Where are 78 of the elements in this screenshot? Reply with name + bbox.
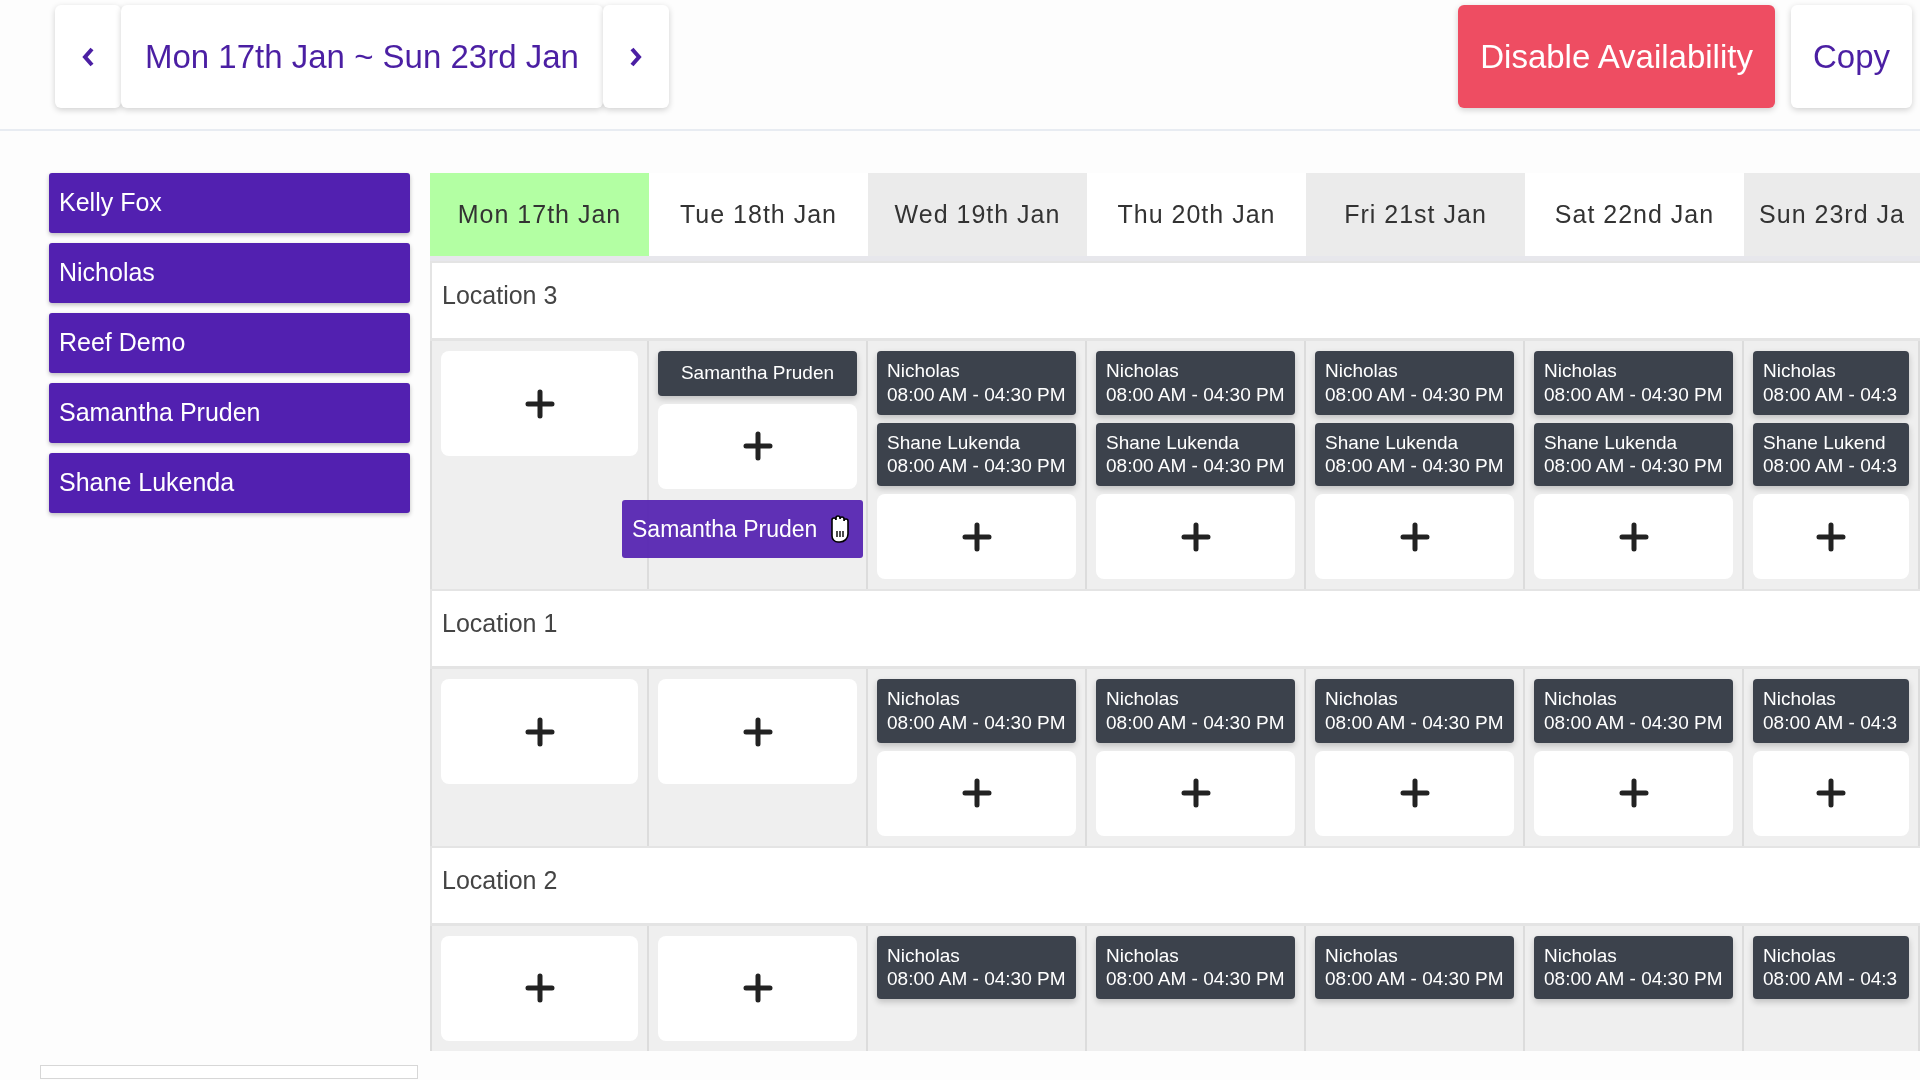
shift-staff-name: Nicholas (1325, 359, 1399, 383)
shift-card[interactable]: Nicholas 08:00 AM - 04:3 (1753, 935, 1909, 999)
shift-time: 08:00 AM - 04:30 PM (887, 710, 1066, 735)
shift-time: 08:00 AM - 04:30 PM (1325, 967, 1504, 991)
shift-card[interactable]: Nicholas 08:00 AM - 04:3 (1753, 679, 1909, 743)
shift-card[interactable]: Shane Lukenda 08:00 AM - 04:30 PM (1534, 422, 1733, 486)
staff-chip[interactable]: Samantha Pruden (658, 351, 857, 396)
shift-staff-name: Nicholas (1106, 687, 1180, 711)
shift-staff-name: Shane Lukenda (1106, 430, 1241, 455)
shift-time: 08:00 AM - 04:30 PM (1325, 382, 1504, 407)
shift-card[interactable]: Nicholas 08:00 AM - 04:30 PM (1096, 679, 1295, 743)
shift-time: 08:00 AM - 04:3 (1763, 710, 1899, 735)
staff-item[interactable]: Reef Demo (49, 313, 410, 373)
disable-availability-button[interactable]: Disable Availability (1458, 5, 1775, 108)
shift-card[interactable]: Shane Lukend 08:00 AM - 04:3 (1753, 422, 1909, 486)
shift-staff-name: Shane Lukend (1763, 430, 1887, 455)
shift-card[interactable]: Shane Lukenda 08:00 AM - 04:30 PM (1315, 422, 1514, 486)
shift-card[interactable]: Shane Lukenda 08:00 AM - 04:30 PM (877, 422, 1076, 486)
shift-time: 08:00 AM - 04:3 (1763, 382, 1899, 407)
date-range-label: Mon 17th Jan ~ Sun 23rd Jan (121, 5, 603, 108)
shift-time: 08:00 AM - 04:30 PM (1325, 710, 1504, 735)
shift-staff-name: Shane Lukenda (1325, 430, 1460, 455)
shift-staff-name: Nicholas (887, 359, 961, 383)
shift-time: 08:00 AM - 04:30 PM (1544, 382, 1723, 407)
shift-staff-name: Nicholas (1106, 943, 1180, 968)
location-header: Location 3 (430, 261, 1920, 341)
shift-staff-name: Nicholas (1763, 359, 1837, 383)
shift-card[interactable]: Shane Lukenda 08:00 AM - 04:30 PM (1096, 422, 1295, 486)
shift-card[interactable]: Nicholas 08:00 AM - 04:30 PM (877, 935, 1076, 999)
shift-time: 08:00 AM - 04:30 PM (887, 967, 1066, 991)
staff-item[interactable]: Nicholas (49, 243, 410, 303)
shift-time: 08:00 AM - 04:30 PM (1544, 454, 1723, 478)
shift-card[interactable]: Nicholas 08:00 AM - 04:30 PM (1096, 351, 1295, 415)
shift-staff-name: Shane Lukenda (887, 430, 1022, 455)
location-header: Location 1 (430, 589, 1920, 669)
staff-item[interactable]: Kelly Fox (49, 173, 410, 233)
shift-time: 08:00 AM - 04:30 PM (1325, 454, 1504, 478)
shift-time: 08:00 AM - 04:30 PM (1106, 382, 1285, 407)
shift-card[interactable]: Nicholas 08:00 AM - 04:30 PM (877, 679, 1076, 743)
shift-time: 08:00 AM - 04:30 PM (1544, 967, 1723, 991)
dragged-staff-item[interactable]: Samantha Pruden (622, 500, 864, 558)
shift-staff-name: Nicholas (1763, 687, 1837, 711)
shift-card[interactable]: Nicholas 08:00 AM - 04:30 PM (1315, 351, 1514, 415)
shift-card[interactable]: Nicholas 08:00 AM - 04:30 PM (1315, 935, 1514, 999)
day-header[interactable]: Sun 23rd Ja (1744, 173, 1920, 261)
shift-time: 08:00 AM - 04:30 PM (1106, 454, 1285, 478)
shift-staff-name: Nicholas (1544, 687, 1618, 711)
staff-name: Samantha Pruden (632, 514, 818, 544)
shift-card[interactable]: Nicholas 08:00 AM - 04:30 PM (1096, 935, 1295, 999)
staff-item[interactable]: Samantha Pruden (49, 383, 410, 443)
day-header[interactable]: Wed 19th Jan (868, 173, 1087, 261)
staff-item[interactable]: Shane Lukenda (49, 453, 410, 513)
shift-staff-name: Nicholas (1106, 359, 1180, 383)
shift-card[interactable]: Nicholas 08:00 AM - 04:3 (1753, 351, 1909, 415)
shift-card[interactable]: Nicholas 08:00 AM - 04:30 PM (1534, 935, 1733, 999)
shift-staff-name: Nicholas (887, 943, 961, 968)
shift-time: 08:00 AM - 04:30 PM (1544, 710, 1723, 735)
shift-time: 08:00 AM - 04:30 PM (887, 454, 1066, 478)
location-header: Location 2 (430, 845, 1920, 926)
copy-button[interactable]: Copy (1790, 5, 1912, 108)
shift-time: 08:00 AM - 04:30 PM (1106, 710, 1285, 735)
shift-staff-name: Nicholas (1325, 943, 1399, 968)
shift-staff-name: Nicholas (887, 687, 961, 711)
day-header[interactable]: Fri 21st Jan (1306, 173, 1525, 261)
shift-staff-name: Shane Lukenda (1544, 430, 1679, 455)
shift-staff-name: Nicholas (1544, 943, 1618, 968)
shift-card[interactable]: Nicholas 08:00 AM - 04:30 PM (1534, 679, 1733, 743)
shift-staff-name: Nicholas (1325, 687, 1399, 711)
day-header[interactable]: Mon 17th Jan (430, 173, 649, 261)
shift-time: 08:00 AM - 04:30 PM (887, 382, 1066, 407)
shift-card[interactable]: Nicholas 08:00 AM - 04:30 PM (1534, 351, 1733, 415)
shift-time: 08:00 AM - 04:3 (1763, 967, 1899, 991)
shift-time: 08:00 AM - 04:3 (1763, 454, 1899, 478)
shift-card[interactable]: Nicholas 08:00 AM - 04:30 PM (877, 351, 1076, 415)
shift-staff-name: Nicholas (1763, 943, 1837, 968)
shift-time: 08:00 AM - 04:30 PM (1106, 967, 1285, 991)
shift-card[interactable]: Nicholas 08:00 AM - 04:30 PM (1315, 679, 1514, 743)
shift-staff-name: Nicholas (1544, 359, 1618, 383)
